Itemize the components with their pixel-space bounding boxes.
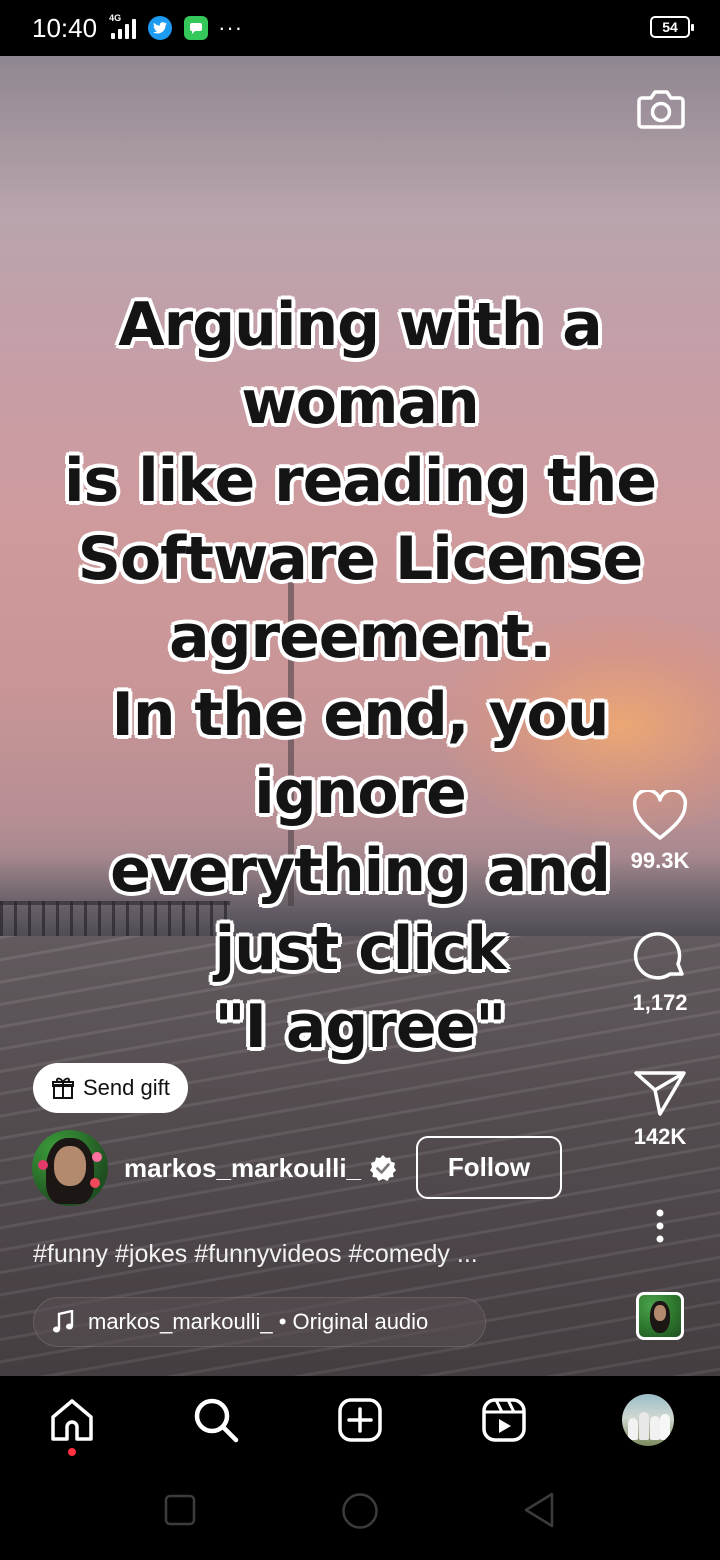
send-gift-label: Send gift [83,1075,170,1100]
audio-thumbnail[interactable] [636,1292,684,1340]
caption-line: agreement. [169,602,552,672]
battery-icon: 54 [650,16,694,38]
more-vertical-icon [656,1209,664,1243]
follow-button[interactable]: Follow [416,1136,562,1199]
nav-profile[interactable] [622,1394,674,1446]
camera-icon [637,90,685,129]
more-notifications-icon: ··· [218,15,244,40]
nav-home[interactable] [46,1394,98,1446]
audio-label: markos_markoulli_ • Original audio [88,1309,429,1334]
more-options-button[interactable] [600,1208,720,1244]
home-notification-dot [68,1448,76,1456]
heart-icon [632,790,688,840]
comment-icon [633,932,684,980]
back-button-icon[interactable] [523,1492,555,1528]
caption-line: Software License [77,524,644,594]
caption-line: Arguing with a woman [118,290,603,438]
signal-icon: 4G [109,13,137,39]
bottom-navigation [0,1376,720,1464]
reel-description[interactable]: #funny #jokes #funnyvideos #comedy ... [33,1240,478,1269]
author-username[interactable]: markos_markoulli_ [124,1153,361,1184]
comment-count: 1,172 [632,990,688,1015]
nav-reels[interactable] [478,1394,530,1446]
send-icon [634,1071,686,1116]
create-icon [338,1398,382,1442]
status-time: 10:40 [32,12,98,43]
reels-icon [482,1398,526,1442]
camera-button[interactable] [636,84,686,134]
author-avatar[interactable] [32,1130,108,1206]
message-notification-icon [184,16,209,40]
status-bar: 10:40 4G ··· 54 [0,0,720,56]
recents-button-icon[interactable] [164,1494,196,1526]
nav-search[interactable] [190,1394,242,1446]
home-icon [51,1399,93,1441]
verified-badge-icon [370,1155,397,1181]
home-button-icon[interactable] [341,1492,379,1530]
like-count: 99.3K [630,848,690,873]
share-button[interactable]: 142K [600,1068,720,1150]
caption-line: is like reading the [63,446,657,516]
twitter-notification-icon [148,16,173,40]
send-gift-button[interactable]: Send gift [33,1063,188,1113]
battery-level: 54 [662,19,678,35]
system-navigation-bar [0,1464,720,1560]
network-type: 4G [109,13,122,23]
audio-info-button[interactable]: markos_markoulli_ • Original audio [33,1297,486,1347]
author-row: markos_markoulli_ [32,1130,397,1206]
comment-button[interactable]: 1,172 [600,928,720,1016]
gift-icon [52,1077,74,1099]
music-note-icon [53,1310,74,1333]
like-button[interactable]: 99.3K [600,790,720,874]
share-count: 142K [633,1124,687,1149]
profile-avatar [622,1394,674,1446]
nav-create[interactable] [334,1394,386,1446]
search-icon [194,1398,239,1443]
